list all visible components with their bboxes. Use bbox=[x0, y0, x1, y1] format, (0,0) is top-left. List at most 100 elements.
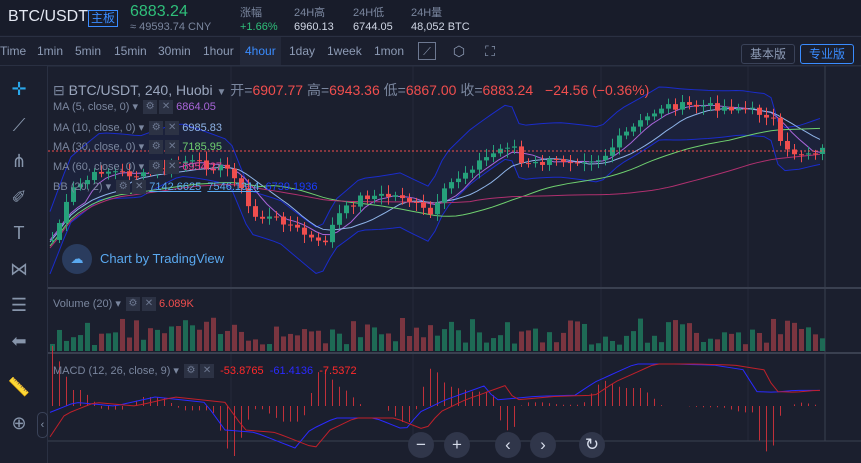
volume-bar bbox=[316, 330, 321, 351]
candle-body bbox=[232, 168, 237, 179]
close-icon[interactable]: ✕ bbox=[200, 364, 215, 379]
macd-value: -53.8765 bbox=[220, 365, 264, 377]
tradingview-watermark[interactable]: ☁ Chart by TradingView bbox=[62, 244, 224, 274]
volume-bar bbox=[85, 322, 90, 351]
volume-bar bbox=[645, 342, 650, 351]
tf-5min[interactable]: 5min bbox=[71, 37, 105, 65]
candle-body bbox=[323, 240, 328, 243]
candle-body bbox=[638, 120, 643, 127]
low-value: 6744.05 bbox=[353, 21, 393, 33]
candle-body bbox=[687, 102, 692, 105]
candle-body bbox=[260, 216, 265, 219]
volume-bar bbox=[169, 326, 174, 351]
candle-body bbox=[267, 216, 272, 219]
candle-body bbox=[491, 153, 496, 158]
trend-line-icon[interactable]: ⟋ bbox=[6, 112, 32, 138]
collapse-sidebar-icon[interactable]: ‹ bbox=[37, 412, 48, 438]
candle-body bbox=[519, 146, 524, 164]
ma30-value: 7185.95 bbox=[182, 141, 223, 153]
volume-bar bbox=[330, 329, 335, 351]
tf-1day[interactable]: 1day bbox=[285, 37, 319, 65]
candle-body bbox=[792, 149, 797, 155]
close-icon[interactable]: ✕ bbox=[165, 160, 180, 175]
gear-icon[interactable]: ⚙ bbox=[149, 140, 164, 155]
volume-bar bbox=[449, 321, 454, 351]
volume-bar bbox=[491, 338, 496, 351]
screenshot-icon[interactable]: ⛶ bbox=[481, 42, 499, 60]
crosshair-icon[interactable]: ✛ bbox=[6, 76, 32, 102]
basic-version-button[interactable]: 基本版 bbox=[741, 44, 796, 64]
brush-icon[interactable]: ✐ bbox=[6, 184, 32, 210]
gear-icon[interactable]: ⚙ bbox=[149, 121, 164, 136]
pitchfork-icon[interactable]: ⋔ bbox=[6, 148, 32, 174]
ruler-icon[interactable]: 📏 bbox=[6, 374, 32, 400]
candle-body bbox=[645, 116, 650, 121]
tf-15min[interactable]: 15min bbox=[110, 37, 151, 65]
close-icon[interactable]: ✕ bbox=[132, 180, 147, 195]
gear-icon[interactable]: ⚙ bbox=[125, 297, 140, 312]
volume-bar bbox=[484, 342, 489, 351]
tf-1hour[interactable]: 1hour bbox=[199, 37, 238, 65]
candle-body bbox=[309, 234, 314, 238]
tf-4hour[interactable]: 4hour bbox=[240, 37, 281, 65]
volume-bar bbox=[680, 324, 685, 351]
volume-bar bbox=[715, 339, 720, 351]
reset-chart-button[interactable]: ↻ bbox=[579, 432, 605, 458]
candle-body bbox=[750, 107, 755, 109]
zoom-out-button[interactable]: − bbox=[408, 432, 434, 458]
tf-1mon[interactable]: 1mon bbox=[370, 37, 408, 65]
scroll-left-button[interactable]: ‹ bbox=[495, 432, 521, 458]
pattern-icon[interactable]: ⋈ bbox=[6, 256, 32, 282]
text-icon[interactable]: T bbox=[6, 220, 32, 246]
volume-bar bbox=[120, 318, 125, 351]
volume-bar bbox=[253, 339, 258, 351]
back-arrow-icon[interactable]: ⬅ bbox=[6, 328, 32, 354]
ma10-legend: MA (10, close, 0) ▾ ⚙ ✕ 6985.83 bbox=[53, 121, 223, 136]
volume-bar bbox=[743, 344, 748, 351]
chart-toolbar: Time 1min 5min 15min 30min 1hour 4hour 1… bbox=[0, 36, 861, 66]
volume-bar bbox=[351, 321, 356, 351]
volume-bar bbox=[134, 320, 139, 351]
volume-bar bbox=[610, 340, 615, 351]
candle-body bbox=[50, 239, 55, 241]
zoom-in-icon[interactable]: ⊕ bbox=[6, 410, 32, 436]
ma10-value: 6985.83 bbox=[182, 122, 223, 134]
volume-bar bbox=[813, 334, 818, 351]
candle-body bbox=[316, 237, 321, 241]
indicator-icon[interactable]: ⟋ bbox=[418, 42, 436, 60]
close-icon[interactable]: ✕ bbox=[141, 297, 156, 312]
volume-bar bbox=[498, 335, 503, 351]
tf-1min[interactable]: 1min bbox=[33, 37, 67, 65]
gear-icon[interactable]: ⚙ bbox=[116, 180, 131, 195]
tf-time[interactable]: Time bbox=[0, 37, 30, 65]
volume-bar bbox=[687, 323, 692, 351]
volume-bar bbox=[596, 343, 601, 351]
tf-30min[interactable]: 30min bbox=[154, 37, 195, 65]
scroll-right-button[interactable]: › bbox=[530, 432, 556, 458]
gear-icon[interactable]: ⚙ bbox=[184, 364, 199, 379]
chevron-down-icon[interactable]: ▼ bbox=[216, 87, 226, 98]
measure-lines-icon[interactable]: ☰ bbox=[6, 292, 32, 318]
gear-icon[interactable]: ⚙ bbox=[143, 100, 158, 115]
collapse-icon[interactable]: ⊟ bbox=[53, 82, 65, 98]
volume-bar bbox=[204, 321, 209, 351]
close-icon[interactable]: ✕ bbox=[165, 140, 180, 155]
volume-bar bbox=[78, 335, 83, 351]
volume-bar bbox=[505, 322, 510, 351]
macd-histogram: -7.5372 bbox=[319, 365, 357, 377]
zoom-in-button[interactable]: + bbox=[444, 432, 470, 458]
tf-1week[interactable]: 1week bbox=[323, 37, 366, 65]
close-icon[interactable]: ✕ bbox=[159, 100, 174, 115]
volume-bar bbox=[155, 329, 160, 351]
volume-bar bbox=[92, 344, 97, 351]
candle-body bbox=[477, 160, 482, 170]
candle-body bbox=[330, 224, 335, 243]
volume-bar bbox=[225, 330, 230, 351]
gear-icon[interactable]: ⚙ bbox=[149, 160, 164, 175]
settings-hexagon-icon[interactable]: ⬡ bbox=[450, 42, 468, 60]
close-icon[interactable]: ✕ bbox=[165, 121, 180, 136]
candle-body bbox=[666, 104, 671, 109]
pro-version-button[interactable]: 专业版 bbox=[800, 44, 855, 64]
volume-bar bbox=[722, 332, 727, 351]
symbol-title: BTC/USDT, 240, Huobi bbox=[68, 82, 213, 98]
